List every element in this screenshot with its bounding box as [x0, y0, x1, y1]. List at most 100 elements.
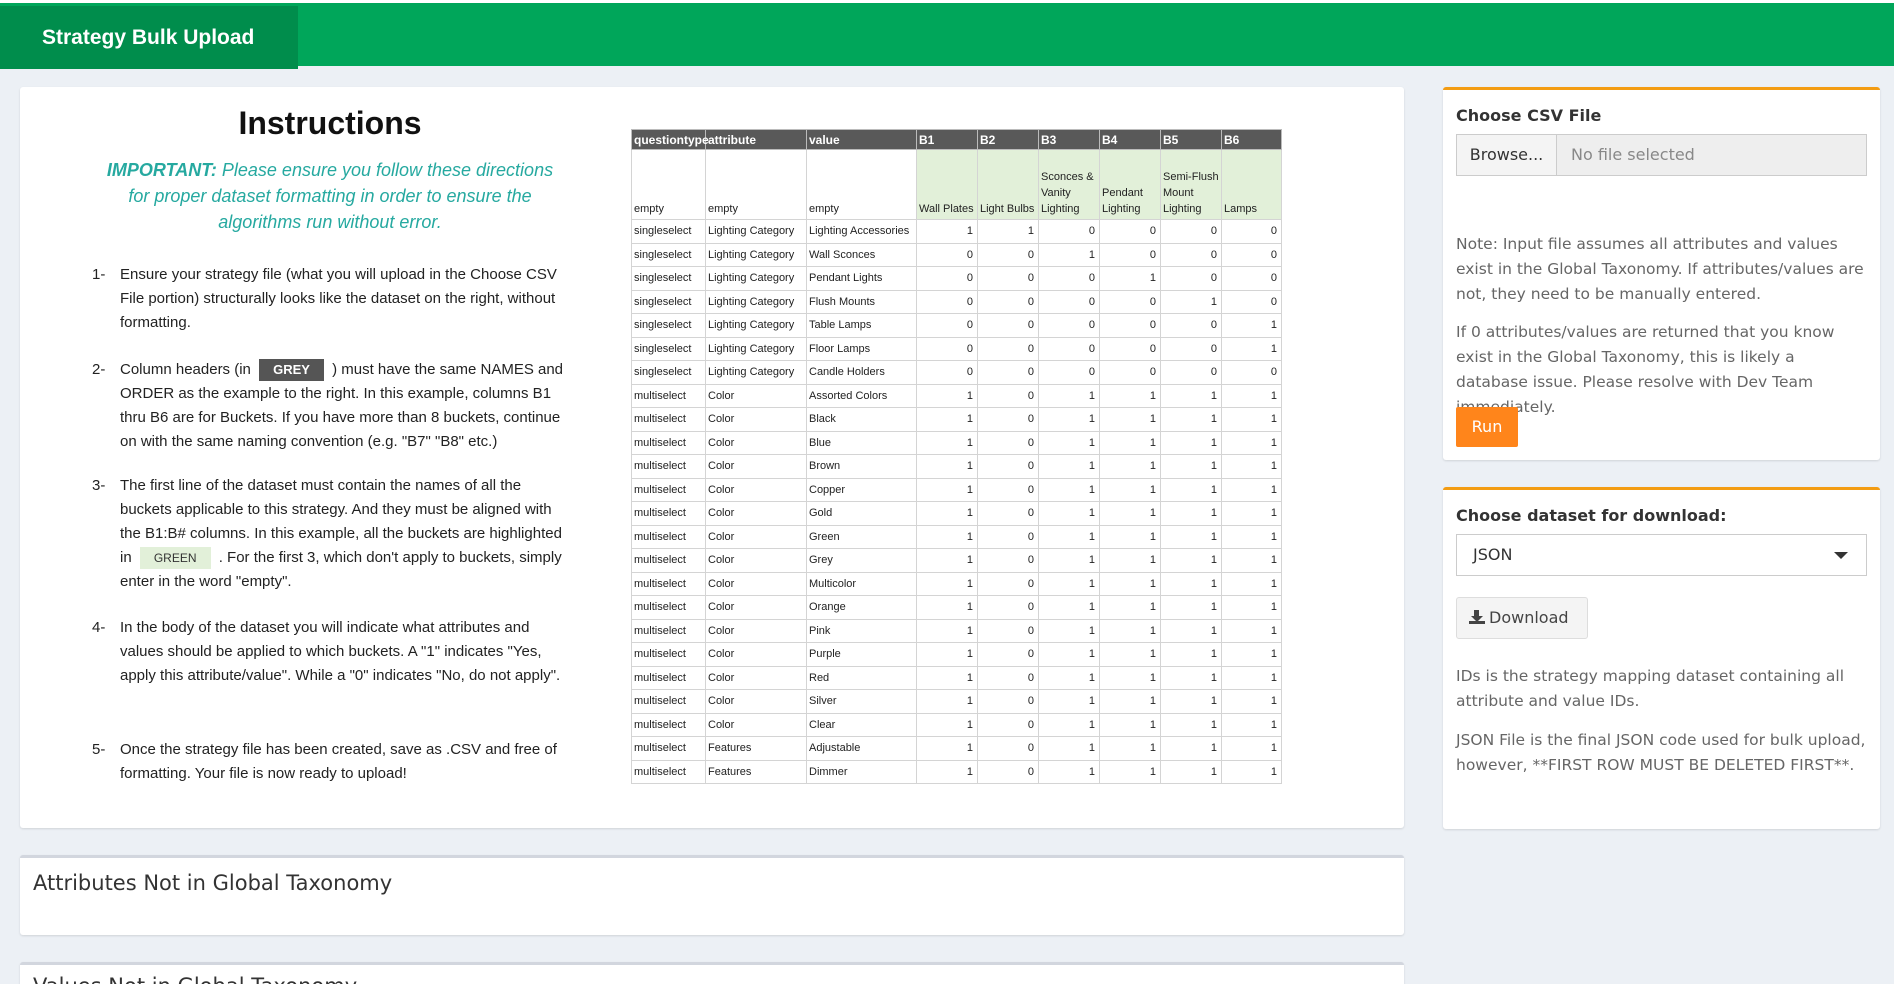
instruction-step-2: 2- Column headers (in GREY ) must have t…	[92, 358, 572, 454]
table-cell: 1	[1038, 689, 1100, 714]
table-cell: Multicolor	[806, 571, 917, 596]
table-cell: 1	[1038, 477, 1100, 502]
table-row: multiselect Features Adjustable 1 0 1 1 1 1	[631, 736, 1282, 761]
table-cell: 1	[1160, 383, 1222, 408]
table-cell: Lamps	[1221, 149, 1282, 220]
table-cell: Lighting Category	[705, 360, 807, 385]
table-cell: 0	[977, 642, 1039, 667]
table-cell: 1	[916, 430, 978, 455]
table-cell: 1	[1221, 407, 1282, 432]
table-cell: 1	[1221, 642, 1282, 667]
table-cell: multiselect	[631, 665, 706, 690]
table-cell: Color	[705, 665, 807, 690]
table-cell: 1	[1160, 407, 1222, 432]
file-name-field[interactable]: No file selected	[1557, 135, 1866, 175]
table-cell: 0	[1099, 360, 1161, 385]
table-row: multiselect Color Assorted Colors 1 0 1 1 1 1	[631, 383, 1282, 408]
app-title[interactable]: Strategy Bulk Upload	[0, 6, 298, 69]
table-cell: Lighting Category	[705, 313, 807, 338]
table-header-cell: value	[806, 129, 917, 150]
table-cell: Green	[806, 524, 917, 549]
table-cell: 1	[1099, 407, 1161, 432]
table-cell: 1	[1160, 430, 1222, 455]
table-cell: multiselect	[631, 383, 706, 408]
table-cell: Orange	[806, 595, 917, 620]
table-row: multiselect Color Clear 1 0 1 1 1 1	[631, 712, 1282, 737]
table-row: multiselect Color Blue 1 0 1 1 1 1	[631, 430, 1282, 455]
table-cell: 1	[1221, 501, 1282, 526]
table-cell: 0	[977, 266, 1039, 291]
table-cell: multiselect	[631, 642, 706, 667]
table-cell: Candle Holders	[806, 360, 917, 385]
table-cell: 1	[1038, 524, 1100, 549]
table-cell: 0	[977, 407, 1039, 432]
table-cell: 0	[1038, 313, 1100, 338]
table-cell: singleselect	[631, 219, 706, 244]
table-cell: multiselect	[631, 736, 706, 761]
table-cell: 1	[1038, 454, 1100, 479]
table-row: singleselect Lighting Category Wall Sconce…	[631, 242, 1282, 267]
csv-note-2: If 0 attributes/values are returned that…	[1456, 323, 1835, 416]
step-number: 2-	[92, 361, 106, 378]
table-cell: 0	[916, 266, 978, 291]
values-not-in-taxonomy-panel: Values Not in Global Taxonomy	[20, 962, 1404, 984]
step-number: 5-	[92, 741, 106, 758]
table-cell: singleselect	[631, 360, 706, 385]
table-row: multiselect Color Orange 1 0 1 1 1 1	[631, 595, 1282, 620]
table-cell: 0	[916, 336, 978, 361]
table-cell: empty	[631, 149, 706, 220]
browse-button[interactable]: Browse...	[1457, 135, 1557, 175]
table-cell: 0	[977, 712, 1039, 737]
table-cell: Flush Mounts	[806, 289, 917, 314]
table-cell: 0	[1038, 336, 1100, 361]
table-cell: 1	[1099, 736, 1161, 761]
step-number: 1-	[92, 266, 106, 283]
table-cell: 0	[977, 571, 1039, 596]
table-cell: multiselect	[631, 571, 706, 596]
table-cell: 1	[916, 454, 978, 479]
table-row: multiselect Color Grey 1 0 1 1 1 1	[631, 548, 1282, 573]
table-cell: 1	[1160, 548, 1222, 573]
table-cell: 1	[1099, 689, 1161, 714]
table-cell: 1	[916, 477, 978, 502]
table-cell: 1	[1160, 642, 1222, 667]
table-cell: 1	[1160, 689, 1222, 714]
table-cell: Color	[705, 524, 807, 549]
table-cell: 1	[1221, 477, 1282, 502]
table-cell: 0	[977, 759, 1039, 784]
table-cell: singleselect	[631, 266, 706, 291]
table-cell: Grey	[806, 548, 917, 573]
table-cell: Features	[705, 759, 807, 784]
table-cell: Dimmer	[806, 759, 917, 784]
table-cell: 0	[977, 454, 1039, 479]
table-cell: 1	[916, 524, 978, 549]
table-cell: singleselect	[631, 242, 706, 267]
step-text: Column headers (in GREY ) must have the …	[120, 358, 572, 454]
table-cell: 0	[1221, 266, 1282, 291]
table-cell: multiselect	[631, 712, 706, 737]
run-button[interactable]: Run	[1456, 407, 1518, 447]
table-row: multiselect Color Silver 1 0 1 1 1 1	[631, 689, 1282, 714]
table-cell: 1	[1038, 407, 1100, 432]
table-cell: Light Bulbs	[977, 149, 1039, 220]
table-cell: 1	[1221, 571, 1282, 596]
download-button[interactable]: Download	[1456, 597, 1588, 639]
table-cell: 1	[1038, 618, 1100, 643]
table-cell: Floor Lamps	[806, 336, 917, 361]
table-cell: Semi-Flush Mount Lighting	[1160, 149, 1222, 220]
table-cell: singleselect	[631, 289, 706, 314]
download-icon	[1469, 610, 1485, 624]
dataset-select[interactable]: JSON	[1456, 534, 1867, 576]
table-row: multiselect Features Dimmer 1 0 1 1 1 1	[631, 759, 1282, 784]
table-cell: Color	[705, 501, 807, 526]
table-cell: 0	[1099, 289, 1161, 314]
table-cell: 1	[1221, 336, 1282, 361]
table-cell: 0	[1221, 360, 1282, 385]
table-cell: 1	[1160, 712, 1222, 737]
table-cell: 0	[977, 313, 1039, 338]
step-text: The first line of the dataset must conta…	[120, 474, 572, 594]
bucket-names-row: empty empty empty Wall Plates Light Bulbs Sco…	[631, 149, 1282, 220]
table-header-cell: questiontype	[631, 129, 709, 150]
table-cell: 1	[1099, 712, 1161, 737]
download-note-1: IDs is the strategy mapping dataset cont…	[1456, 667, 1844, 710]
